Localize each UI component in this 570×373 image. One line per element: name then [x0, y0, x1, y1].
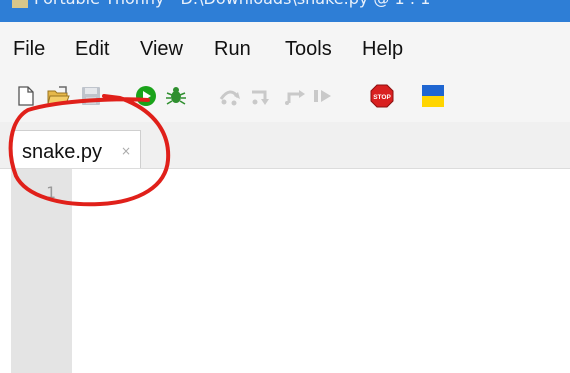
toolbar: STOP — [0, 72, 570, 122]
menu-tools[interactable]: Tools — [285, 38, 332, 61]
menu-help[interactable]: Help — [362, 38, 403, 61]
menu-view[interactable]: View — [140, 38, 183, 61]
stop-button[interactable]: STOP — [370, 84, 394, 108]
editor-tab-bar: snake.py × — [0, 122, 570, 168]
menu-edit[interactable]: Edit — [75, 38, 109, 61]
debug-button[interactable] — [164, 84, 188, 108]
menu-run[interactable]: Run — [214, 38, 251, 61]
open-folder-icon — [47, 86, 70, 105]
menu-bar: File Edit View Run Tools Help — [0, 22, 570, 72]
title-bar: Portable Thonny - D:\Downloads\snake.py … — [0, 0, 570, 22]
new-file-icon — [18, 86, 34, 106]
step-out-button[interactable] — [283, 84, 307, 108]
step-over-button[interactable] — [218, 84, 242, 108]
window-title: Portable Thonny - D:\Downloads\snake.py … — [34, 0, 430, 8]
app-icon — [12, 0, 28, 8]
tab-label: snake.py — [22, 141, 103, 163]
step-into-button[interactable] — [250, 84, 274, 108]
run-icon — [136, 86, 156, 106]
close-icon[interactable]: × — [121, 144, 131, 158]
step-out-icon — [285, 90, 305, 105]
line-number-gutter: 1 — [11, 169, 72, 373]
tab-snake-py[interactable]: snake.py × — [11, 130, 141, 168]
debug-icon — [166, 87, 186, 105]
resume-icon — [314, 90, 331, 102]
resume-button[interactable] — [311, 84, 335, 108]
ukraine-flag-button[interactable] — [421, 84, 445, 108]
save-button[interactable] — [79, 84, 103, 108]
save-icon — [82, 87, 100, 105]
run-button[interactable] — [134, 84, 158, 108]
step-into-icon — [252, 90, 269, 105]
open-button[interactable] — [46, 84, 70, 108]
stop-icon: STOP — [370, 84, 394, 108]
code-editor[interactable]: 1 — [0, 168, 570, 373]
menu-file[interactable]: File — [13, 38, 45, 61]
stop-icon-label: STOP — [373, 94, 391, 101]
new-file-button[interactable] — [14, 84, 38, 108]
line-number: 1 — [46, 183, 56, 202]
step-over-icon — [219, 90, 240, 106]
ukraine-flag-icon — [422, 85, 444, 107]
